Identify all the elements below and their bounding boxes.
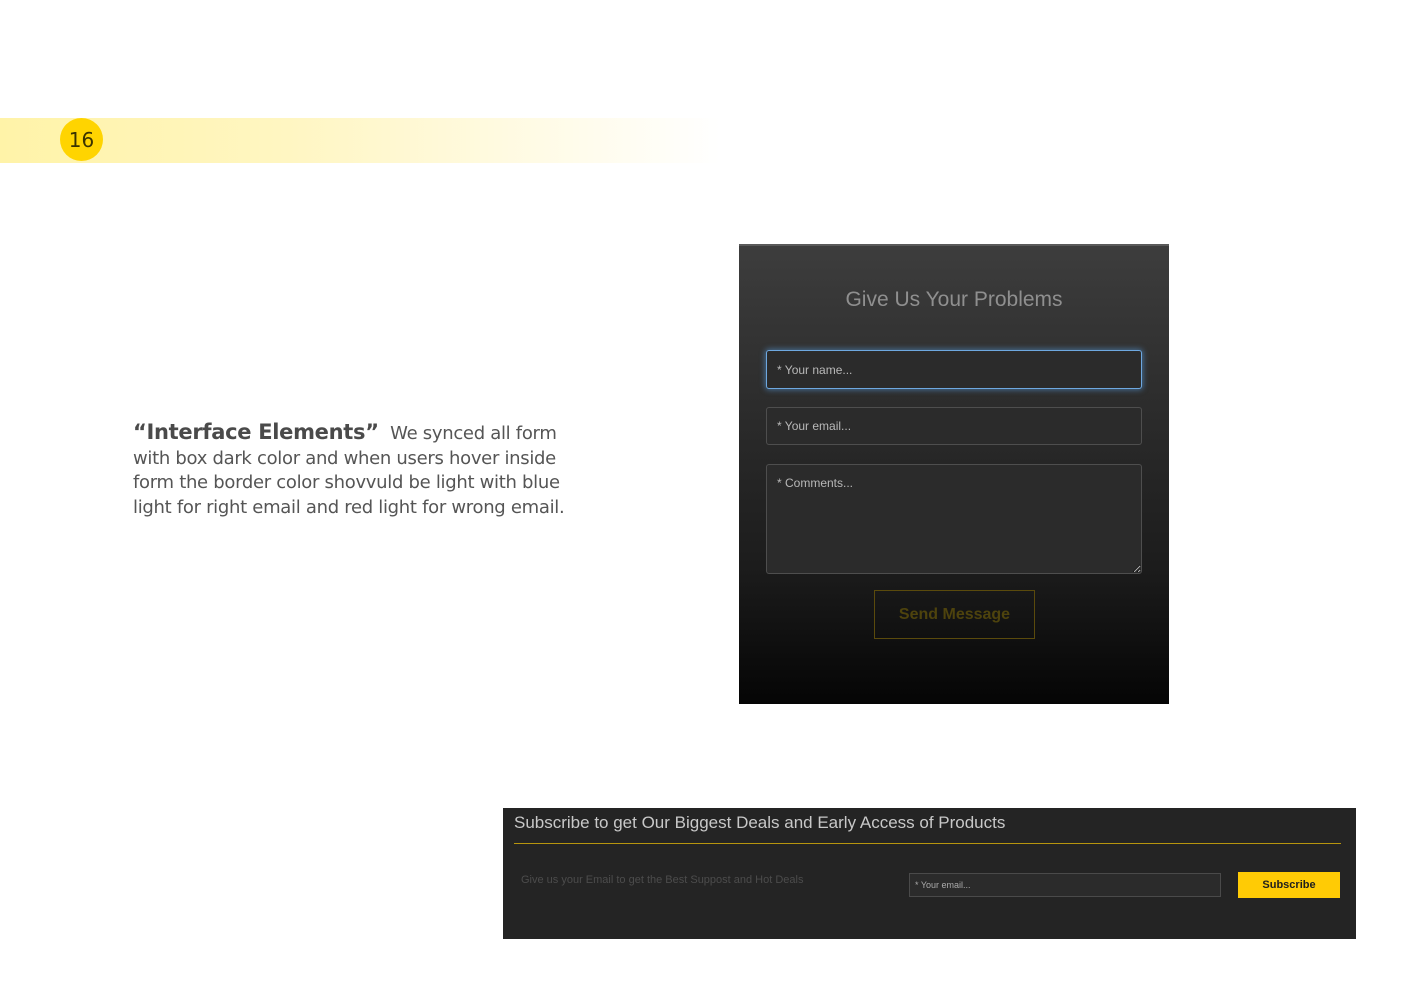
subscribe-divider: [514, 843, 1341, 844]
subscribe-button[interactable]: Subscribe: [1238, 872, 1340, 898]
send-message-button[interactable]: Send Message: [874, 590, 1035, 639]
subscribe-title: Subscribe to get Our Biggest Deals and E…: [514, 813, 1006, 832]
contact-form-title: Give Us Your Problems: [845, 288, 1063, 311]
email-input[interactable]: [766, 407, 1142, 445]
subscribe-strip: Subscribe to get Our Biggest Deals and E…: [503, 808, 1356, 939]
subscribe-text: Give us your Email to get the Best Suppo…: [521, 874, 804, 886]
page-number-badge: 16: [60, 118, 103, 161]
contact-form-card: Give Us Your Problems Send Message: [739, 244, 1169, 704]
page-header-band: [0, 118, 720, 163]
subscribe-email-input[interactable]: [909, 873, 1221, 897]
name-input[interactable]: [766, 350, 1142, 389]
description-title: “Interface Elements”: [133, 420, 379, 444]
comments-textarea[interactable]: [766, 464, 1142, 574]
description-block: “Interface Elements” We synced all form …: [133, 420, 573, 520]
